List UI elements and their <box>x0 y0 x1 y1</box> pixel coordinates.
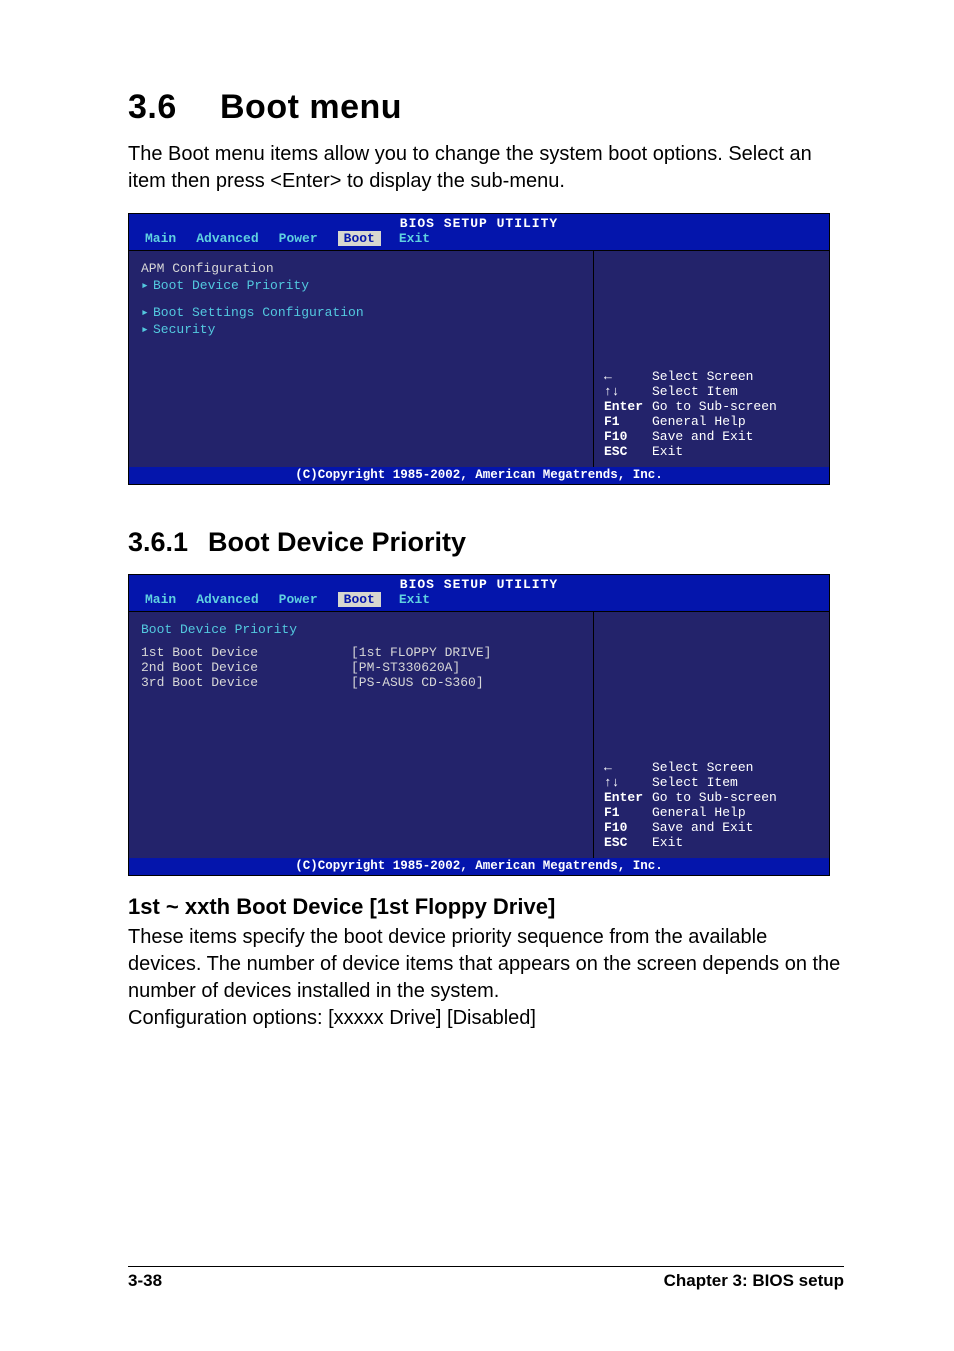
help-desc: Select Screen <box>652 369 753 384</box>
help-desc: Exit <box>652 835 683 850</box>
bios-tab-bar: Main Advanced Power Boot Exit <box>129 592 829 611</box>
help-key: ← <box>604 760 652 775</box>
subsection-heading: 3.6.1Boot Device Priority <box>128 527 844 558</box>
help-desc: Go to Sub-screen <box>652 399 777 414</box>
submenu-arrow-icon: ▸ <box>141 278 153 293</box>
help-desc: Select Screen <box>652 760 753 775</box>
bios-left-pane: APM Configuration ▸ Boot Device Priority… <box>129 251 594 467</box>
help-desc: General Help <box>652 805 746 820</box>
bios-title: BIOS SETUP UTILITY <box>129 575 829 592</box>
chapter-label: Chapter 3: BIOS setup <box>664 1271 844 1291</box>
help-key: F1 <box>604 805 652 820</box>
help-key: ← <box>604 369 652 384</box>
bios-boot-val: [1st FLOPPY DRIVE] <box>351 645 491 660</box>
bios-tab-advanced[interactable]: Advanced <box>196 231 278 246</box>
help-desc: Save and Exit <box>652 820 753 835</box>
bios-item-boot-device-priority[interactable]: Boot Device Priority <box>153 278 309 293</box>
help-key: F1 <box>604 414 652 429</box>
bios-tab-main[interactable]: Main <box>145 231 196 246</box>
bios-tab-power[interactable]: Power <box>279 592 338 607</box>
bios-tab-main[interactable]: Main <box>145 592 196 607</box>
help-desc: Select Item <box>652 384 738 399</box>
bios-tab-exit[interactable]: Exit <box>381 592 450 607</box>
bios-help-block: ←Select Screen ↑↓Select Item EnterGo to … <box>604 369 821 459</box>
help-key: Enter <box>604 790 652 805</box>
option-heading: 1st ~ xxth Boot Device [1st Floppy Drive… <box>128 894 844 920</box>
bios-screenshot-boot-priority: BIOS SETUP UTILITY Main Advanced Power B… <box>128 574 830 876</box>
bios-left-pane: Boot Device Priority 1st Boot Device [1s… <box>129 612 594 858</box>
help-key: ↑↓ <box>604 384 652 399</box>
bios-boot-row[interactable]: 3rd Boot Device [PS-ASUS CD-S360] <box>141 675 581 690</box>
help-key: ESC <box>604 835 652 850</box>
bios-tab-exit[interactable]: Exit <box>381 231 450 246</box>
submenu-arrow-icon: ▸ <box>141 305 153 320</box>
help-desc: Exit <box>652 444 683 459</box>
bios-boot-val: [PM-ST330620A] <box>351 660 460 675</box>
help-key: Enter <box>604 399 652 414</box>
subsection-title: Boot Device Priority <box>208 527 466 557</box>
bios-boot-row[interactable]: 2nd Boot Device [PM-ST330620A] <box>141 660 581 675</box>
help-key: F10 <box>604 429 652 444</box>
bios-tab-boot[interactable]: Boot <box>338 231 381 246</box>
section-title: Boot menu <box>220 88 402 126</box>
help-desc: Save and Exit <box>652 429 753 444</box>
bios-item-security[interactable]: Security <box>153 322 215 337</box>
section-number: 3.6 <box>128 88 220 127</box>
bios-boot-key: 1st Boot Device <box>141 645 351 660</box>
bios-right-pane: ←Select Screen ↑↓Select Item EnterGo to … <box>594 612 829 858</box>
submenu-arrow-icon: ▸ <box>141 322 153 337</box>
page-footer: 3-38 Chapter 3: BIOS setup <box>128 1266 844 1291</box>
bios-tab-advanced[interactable]: Advanced <box>196 592 278 607</box>
bios-tab-power[interactable]: Power <box>279 231 338 246</box>
bios-boot-row[interactable]: 1st Boot Device [1st FLOPPY DRIVE] <box>141 645 581 660</box>
help-key: F10 <box>604 820 652 835</box>
help-key: ↑↓ <box>604 775 652 790</box>
help-desc: General Help <box>652 414 746 429</box>
section-heading: 3.6Boot menu <box>128 88 844 127</box>
bios-item-apm[interactable]: APM Configuration <box>141 261 274 276</box>
bios-boot-key: 3rd Boot Device <box>141 675 351 690</box>
option-paragraph: These items specify the boot device prio… <box>128 924 844 1005</box>
bios-title: BIOS SETUP UTILITY <box>129 214 829 231</box>
help-desc: Select Item <box>652 775 738 790</box>
bios-copyright: (C)Copyright 1985-2002, American Megatre… <box>129 467 829 484</box>
bios-tab-bar: Main Advanced Power Boot Exit <box>129 231 829 250</box>
help-desc: Go to Sub-screen <box>652 790 777 805</box>
bios-pane-header: Boot Device Priority <box>141 622 297 637</box>
subsection-number: 3.6.1 <box>128 527 208 558</box>
page-number: 3-38 <box>128 1271 162 1291</box>
bios-copyright: (C)Copyright 1985-2002, American Megatre… <box>129 858 829 875</box>
bios-screenshot-boot-menu: BIOS SETUP UTILITY Main Advanced Power B… <box>128 213 830 485</box>
intro-paragraph: The Boot menu items allow you to change … <box>128 141 844 195</box>
option-config: Configuration options: [xxxxx Drive] [Di… <box>128 1005 844 1032</box>
help-key: ESC <box>604 444 652 459</box>
bios-boot-key: 2nd Boot Device <box>141 660 351 675</box>
bios-help-block: ←Select Screen ↑↓Select Item EnterGo to … <box>604 760 821 850</box>
bios-boot-val: [PS-ASUS CD-S360] <box>351 675 484 690</box>
bios-tab-boot[interactable]: Boot <box>338 592 381 607</box>
bios-right-pane: ←Select Screen ↑↓Select Item EnterGo to … <box>594 251 829 467</box>
bios-item-boot-settings-config[interactable]: Boot Settings Configuration <box>153 305 364 320</box>
